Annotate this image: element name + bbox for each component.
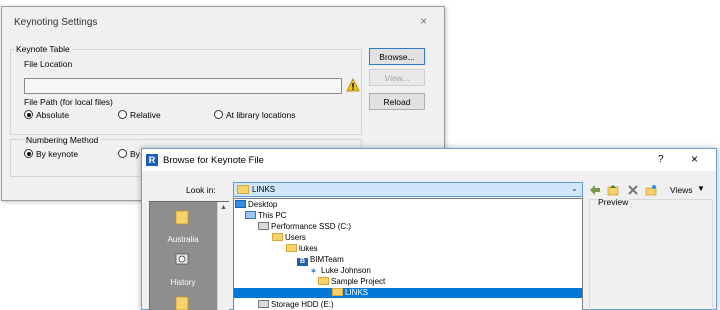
file-path-label: File Path (for local files) xyxy=(24,97,113,107)
views-menu[interactable]: Views xyxy=(670,185,693,195)
places-item-history[interactable]: History xyxy=(150,278,216,287)
back-icon[interactable] xyxy=(589,184,601,196)
list-item[interactable]: Sample Project xyxy=(318,277,385,287)
file-location-label: File Location xyxy=(24,59,73,69)
absolute-radio[interactable] xyxy=(24,110,33,119)
list-item[interactable]: Users xyxy=(272,233,306,243)
list-item[interactable]: B BIMTeam xyxy=(297,255,344,266)
revit-app-icon: R xyxy=(146,154,158,166)
file-location-field[interactable] xyxy=(24,78,342,94)
new-folder-icon[interactable] xyxy=(645,184,657,196)
look-in-value: LINKS xyxy=(252,185,276,194)
bim-icon: B xyxy=(297,258,308,266)
folder-icon xyxy=(175,296,189,310)
pc-icon xyxy=(245,211,256,219)
list-item-selected[interactable]: LINKS xyxy=(234,288,582,298)
absolute-label: Absolute xyxy=(36,110,70,120)
drive-icon xyxy=(258,222,269,230)
list-item[interactable]: lukes xyxy=(286,244,318,254)
title-bar: R Browse for Keynote File ? × xyxy=(142,149,716,171)
preview-panel xyxy=(589,199,713,310)
delete-icon[interactable] xyxy=(627,184,639,196)
preview-label: Preview xyxy=(597,197,630,207)
close-icon[interactable]: × xyxy=(691,152,698,166)
drive-icon xyxy=(258,300,269,308)
library-locations-label: At library locations xyxy=(226,110,296,120)
chevron-down-icon[interactable]: ⌄ xyxy=(571,184,578,193)
folder-icon xyxy=(272,233,283,241)
history-icon xyxy=(175,253,189,265)
folder-icon xyxy=(332,288,343,296)
folder-icon xyxy=(237,185,249,194)
list-item[interactable]: This PC xyxy=(245,211,286,221)
folder-icon xyxy=(318,277,329,285)
keynote-table-label: Keynote Table xyxy=(14,44,72,54)
scroll-up-icon[interactable]: ▲ xyxy=(220,204,227,211)
by-sheet-label: By xyxy=(130,149,140,159)
places-item-australia[interactable]: Australia xyxy=(150,235,216,244)
folder-icon xyxy=(175,210,189,225)
library-locations-radio[interactable] xyxy=(214,110,223,119)
warning-icon xyxy=(346,78,360,92)
look-in-combo[interactable]: LINKS ⌄ xyxy=(233,182,583,197)
list-item[interactable]: Storage HDD (E:) xyxy=(258,300,334,310)
views-dropdown-icon[interactable]: ▼ xyxy=(697,184,705,193)
relative-label: Relative xyxy=(130,110,161,120)
browse-button[interactable]: Browse... xyxy=(369,48,425,65)
folder-icon xyxy=(286,244,297,252)
relative-radio[interactable] xyxy=(118,110,127,119)
by-sheet-radio[interactable] xyxy=(118,149,127,158)
view-button[interactable]: View... xyxy=(369,69,425,86)
user-icon: ✶ xyxy=(309,266,318,276)
list-item[interactable]: Desktop xyxy=(235,200,277,210)
by-keynote-radio[interactable] xyxy=(24,149,33,158)
places-scrollbar[interactable]: ▲ xyxy=(217,202,229,310)
list-item[interactable]: Performance SSD (C:) xyxy=(258,222,351,232)
up-folder-icon[interactable] xyxy=(607,184,619,196)
desktop-icon xyxy=(235,200,246,208)
help-icon[interactable]: ? xyxy=(658,154,664,165)
dialog-title: Keynoting Settings xyxy=(14,17,98,28)
dialog-title: Browse for Keynote File xyxy=(163,155,264,166)
browse-keynote-dialog: R Browse for Keynote File ? × Look in: L… xyxy=(141,148,717,310)
close-icon[interactable]: × xyxy=(420,14,427,28)
places-bar: Australia History ▲ xyxy=(149,201,229,310)
look-in-label: Look in: xyxy=(186,185,216,195)
reload-button[interactable]: Reload xyxy=(369,93,425,110)
by-keynote-label: By keynote xyxy=(36,149,79,159)
list-item[interactable]: ✶ Luke Johnson xyxy=(308,266,371,276)
numbering-method-label: Numbering Method xyxy=(24,135,101,145)
look-in-dropdown-list: Desktop This PC Performance SSD (C:) Use… xyxy=(233,198,583,310)
